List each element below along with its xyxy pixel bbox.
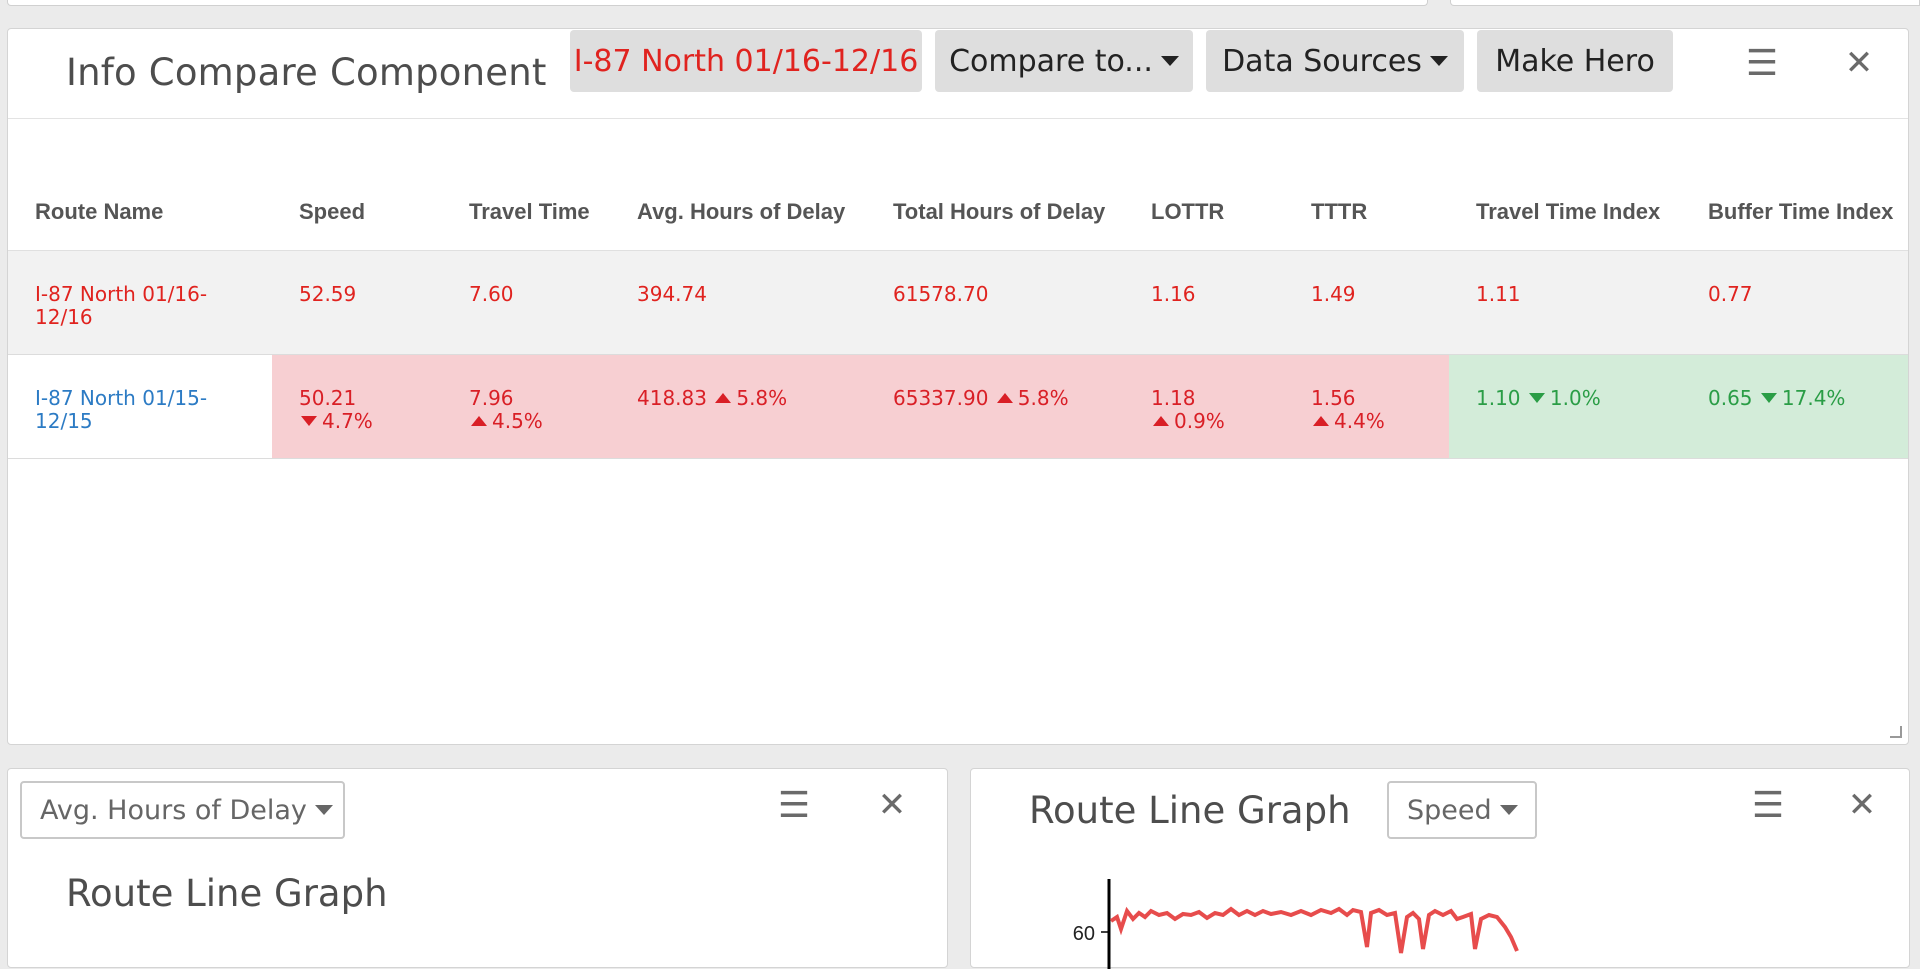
chevron-down-icon	[314, 805, 333, 815]
cell-value: 50.21	[299, 385, 357, 410]
cell-total-hours-delay: 65337.90 5.8%	[866, 354, 1124, 459]
cell-travel-time: 7.96 4.5%	[442, 354, 610, 459]
route-button[interactable]: I-87 North 01/16-12/16	[570, 30, 922, 92]
cell-value: 7.96	[469, 385, 514, 410]
cell-value: 1.10	[1476, 385, 1521, 410]
col-header-lottr[interactable]: LOTTR	[1124, 119, 1284, 251]
close-icon[interactable]: ✕	[872, 785, 912, 825]
cell-avg-hours-delay: 418.83 5.8%	[610, 354, 866, 459]
cell-lottr: 1.18 0.9%	[1124, 354, 1284, 459]
panel-title: Info Compare Component	[66, 51, 547, 94]
cell-value: 1.56	[1311, 385, 1356, 410]
route-line-graph-panel-right: Route Line Graph Speed ☰ ✕ 60	[970, 768, 1910, 969]
chevron-down-icon	[1429, 56, 1448, 66]
info-compare-panel: Info Compare Component I-87 North 01/16-…	[7, 28, 1909, 745]
metric-select-value: Avg. Hours of Delay	[40, 794, 307, 826]
col-header-bti[interactable]: Buffer Time Index	[1681, 119, 1908, 251]
table-header-row: Route Name Speed Travel Time Avg. Hours …	[8, 119, 1908, 251]
previous-panel-bottom-right	[1450, 0, 1920, 6]
compare-table: Route Name Speed Travel Time Avg. Hours …	[8, 119, 1908, 459]
arrow-up-icon	[1313, 416, 1329, 426]
cell-change: 4.7%	[322, 408, 373, 433]
speed-series-line	[1109, 906, 1519, 954]
col-header-speed[interactable]: Speed	[272, 119, 442, 251]
arrow-up-icon	[715, 393, 732, 403]
cell-route-name[interactable]: I-87 North 01/16-12/16	[8, 250, 272, 355]
cell-speed: 52.59	[272, 250, 442, 355]
cell-change: 5.8%	[736, 385, 788, 410]
arrow-down-icon	[301, 416, 317, 426]
speed-line-chart: 60	[1073, 879, 1519, 969]
cell-value: 1.18	[1151, 385, 1196, 410]
resize-handle[interactable]	[1890, 726, 1902, 738]
cell-change: 4.5%	[492, 408, 543, 433]
arrow-down-icon	[1760, 393, 1777, 403]
arrow-down-icon	[1528, 393, 1545, 403]
compare-to-label: Compare to...	[949, 43, 1153, 79]
cell-value: 418.83	[637, 385, 707, 410]
data-sources-label: Data Sources	[1222, 43, 1422, 79]
col-header-route-name[interactable]: Route Name	[8, 119, 272, 251]
cell-change: 4.4%	[1334, 408, 1385, 433]
col-header-tti[interactable]: Travel Time Index	[1449, 119, 1681, 251]
y-axis-tick-label: 60	[1073, 923, 1095, 945]
table-row-compare: I-87 North 01/15-12/15 50.21 4.7% 7.96 4…	[8, 354, 1908, 459]
chevron-down-icon	[1160, 56, 1179, 66]
cell-value: 0.65	[1708, 385, 1753, 410]
arrow-up-icon	[1153, 416, 1169, 426]
graph-title: Route Line Graph	[66, 872, 388, 915]
table-row-base: I-87 North 01/16-12/16 52.59 7.60 394.74…	[8, 250, 1908, 355]
cell-route-name[interactable]: I-87 North 01/15-12/15	[8, 354, 272, 459]
cell-value: 65337.90	[893, 385, 989, 410]
cell-change: 1.0%	[1549, 385, 1601, 410]
col-header-avg-hours-delay[interactable]: Avg. Hours of Delay	[610, 119, 866, 251]
route-line-graph-panel-left: Avg. Hours of Delay ☰ ✕ Route Line Graph	[7, 768, 948, 968]
hamburger-icon[interactable]: ☰	[774, 785, 814, 826]
col-header-travel-time[interactable]: Travel Time	[442, 119, 610, 251]
arrow-up-icon	[471, 416, 487, 426]
cell-speed: 50.21 4.7%	[272, 354, 442, 459]
route-button-label: I-87 North 01/16-12/16	[573, 43, 919, 79]
cell-change: 0.9%	[1174, 408, 1225, 433]
cell-bti: 0.77	[1681, 250, 1908, 355]
close-icon[interactable]: ✕	[1839, 43, 1879, 83]
cell-change: 17.4%	[1781, 385, 1846, 410]
metric-select[interactable]: Avg. Hours of Delay	[20, 781, 345, 839]
cell-tttr: 1.49	[1284, 250, 1449, 355]
cell-travel-time: 7.60	[442, 250, 610, 355]
previous-panel-bottom-left	[7, 0, 1428, 6]
make-hero-button[interactable]: Make Hero	[1477, 30, 1673, 92]
cell-tti: 1.10 1.0%	[1449, 354, 1681, 459]
cell-lottr: 1.16	[1124, 250, 1284, 355]
cell-total-hours-delay: 61578.70	[866, 250, 1124, 355]
col-header-total-hours-delay[interactable]: Total Hours of Delay	[866, 119, 1124, 251]
col-header-tttr[interactable]: TTTR	[1284, 119, 1449, 251]
cell-tti: 1.11	[1449, 250, 1681, 355]
cell-bti: 0.65 17.4%	[1681, 354, 1908, 459]
arrow-up-icon	[996, 393, 1013, 403]
hamburger-icon[interactable]: ☰	[1742, 43, 1782, 84]
cell-tttr: 1.56 4.4%	[1284, 354, 1449, 459]
make-hero-label: Make Hero	[1495, 43, 1655, 79]
compare-to-dropdown[interactable]: Compare to...	[935, 30, 1193, 92]
cell-avg-hours-delay: 394.74	[610, 250, 866, 355]
data-sources-dropdown[interactable]: Data Sources	[1206, 30, 1464, 92]
panel-header: Info Compare Component I-87 North 01/16-…	[8, 29, 1908, 119]
cell-change: 5.8%	[1017, 385, 1069, 410]
